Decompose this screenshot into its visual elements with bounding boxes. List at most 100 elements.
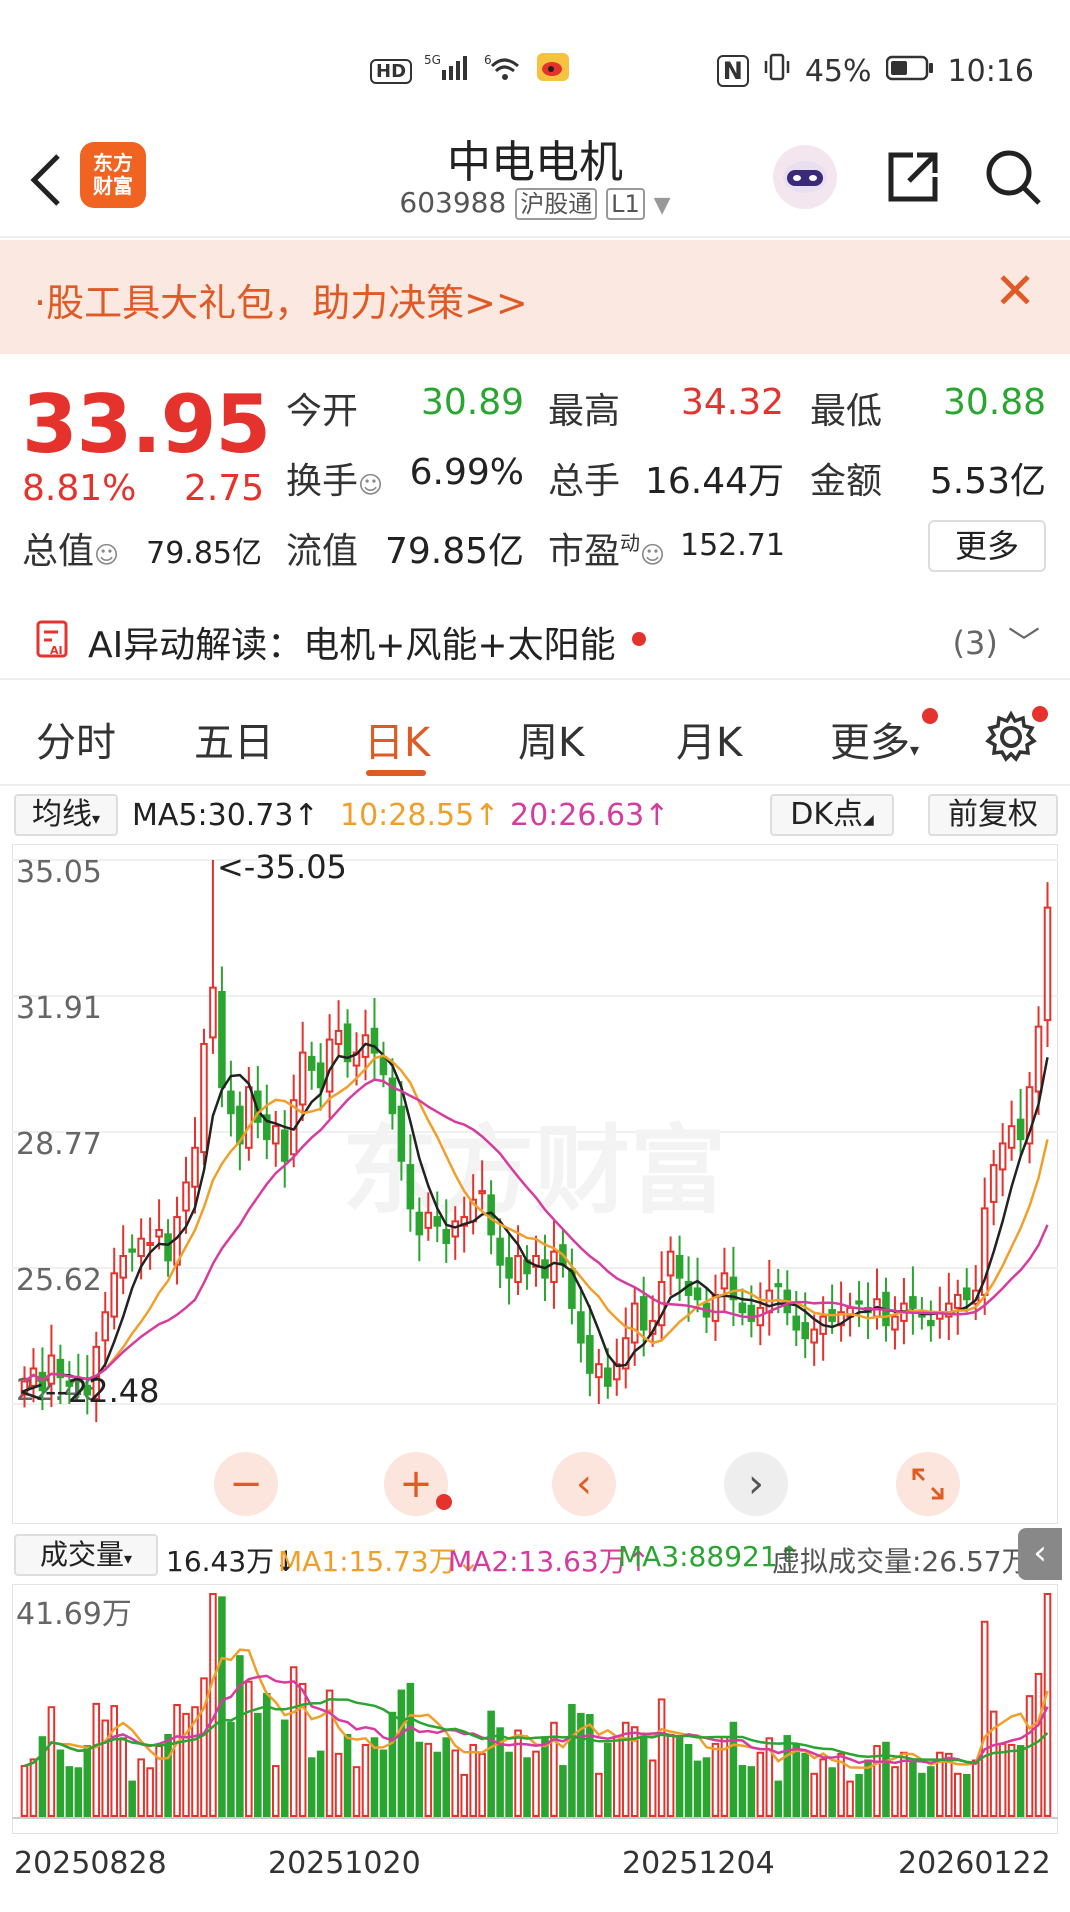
pe-sup: 动 xyxy=(620,531,641,555)
candle-body xyxy=(245,1086,253,1149)
vibrate-icon xyxy=(763,52,791,90)
volume-bar xyxy=(379,1749,388,1817)
y-tick-label: 28.77 xyxy=(16,1127,102,1162)
candle-body xyxy=(801,1322,809,1340)
new-dot xyxy=(632,632,646,646)
info-icon[interactable]: ☺ xyxy=(94,541,119,569)
volume-bar xyxy=(406,1682,415,1817)
scroll-left-button[interactable]: ‹ xyxy=(552,1452,616,1516)
close-icon[interactable]: ✕ xyxy=(994,262,1036,320)
tab-daily-k[interactable]: 日K xyxy=(364,710,430,768)
candle-body xyxy=(953,1293,962,1309)
candle-body xyxy=(182,1181,190,1212)
promo-banner[interactable]: ·股工具大礼包，助力决策>> ✕ xyxy=(0,240,1070,354)
adjust-button[interactable]: 前复权 xyxy=(928,794,1058,836)
cap-label-text: 总值 xyxy=(22,531,95,572)
volume-bar xyxy=(146,1767,154,1818)
pe-value: 152.71 xyxy=(680,528,785,563)
volume-bar xyxy=(846,1780,854,1817)
candle-body xyxy=(271,1125,280,1145)
collapse-panel-button[interactable]: ‹ xyxy=(1018,1528,1062,1580)
float-label: 流值 xyxy=(286,531,359,572)
candle-body xyxy=(792,1315,801,1331)
candle-body xyxy=(639,1296,648,1331)
connect-tag: 沪股通 xyxy=(515,188,598,220)
robot-assistant-icon[interactable] xyxy=(772,144,838,210)
candlestick-chart[interactable]: 35.0531.9128.7725.6222.48东方财富<-35.05<--2… xyxy=(12,844,1058,1524)
open-label: 今开 xyxy=(286,391,359,432)
last-price: 33.95 xyxy=(22,378,271,471)
y-tick-label: 31.91 xyxy=(16,991,102,1026)
volume-bar xyxy=(953,1772,962,1818)
candle-body xyxy=(810,1328,818,1344)
open-value: 30.89 xyxy=(420,382,524,423)
volume-bar xyxy=(918,1772,926,1818)
volume-bar xyxy=(568,1704,576,1817)
candle-body xyxy=(927,1319,935,1327)
volume-bar xyxy=(756,1751,765,1817)
tab-more[interactable]: 更多▾ xyxy=(830,710,919,768)
caret-down-icon: ▾ xyxy=(123,1549,133,1568)
candle-body xyxy=(855,1300,863,1305)
info-icon[interactable]: ☺ xyxy=(358,471,383,499)
candle-body xyxy=(496,1237,504,1266)
ai-insight-text[interactable]: AI异动解读：电机+风能+太阳能 xyxy=(88,616,616,668)
volume-bar xyxy=(245,1680,253,1817)
dk-point-button[interactable]: DK点◢ xyxy=(770,794,894,836)
pe-label-text: 市盈 xyxy=(548,531,621,572)
tab-monthly-k[interactable]: 月K xyxy=(676,710,742,768)
more-button[interactable]: 更多 xyxy=(928,520,1046,572)
tab-five-day[interactable]: 五日 xyxy=(194,710,274,768)
volume-bar xyxy=(604,1742,612,1818)
scroll-right-button[interactable]: › xyxy=(724,1452,788,1516)
ai-insight-row[interactable]: AI AI异动解读：电机+风能+太阳能 (3) ﹀ xyxy=(0,600,1070,680)
y-tick-label: 25.62 xyxy=(16,1263,102,1298)
volume-bar xyxy=(20,1765,29,1818)
volume-bar xyxy=(980,1620,989,1817)
ma-select[interactable]: 均线▾ xyxy=(14,794,118,836)
candle-body xyxy=(164,1233,172,1262)
volume-bar xyxy=(891,1766,899,1818)
volume-bar xyxy=(433,1751,442,1817)
y-tick-label: 35.05 xyxy=(16,855,102,890)
candle-body xyxy=(514,1254,522,1283)
signal-icon: 5G xyxy=(424,52,472,90)
tab-intraday[interactable]: 分时 xyxy=(36,710,116,768)
volume-bar xyxy=(505,1751,513,1817)
chart-tabs: 分时 五日 日K 周K 月K 更多▾ xyxy=(0,690,1070,786)
volume-bar xyxy=(65,1766,74,1818)
stock-code: 603988 xyxy=(399,186,507,219)
share-icon[interactable] xyxy=(880,144,946,210)
volume-bar xyxy=(29,1758,38,1817)
candle-body xyxy=(280,1129,289,1162)
candle-body xyxy=(433,1216,442,1227)
ma5-value: MA5:30.73↑ xyxy=(132,798,319,833)
search-icon[interactable] xyxy=(980,144,1046,210)
candle-body xyxy=(451,1220,460,1238)
volume-select[interactable]: 成交量▾ xyxy=(14,1534,158,1576)
level-tag: L1 xyxy=(606,188,645,220)
banner-text[interactable]: ·股工具大礼包，助力决策>> xyxy=(34,272,528,327)
volume-bar xyxy=(541,1736,549,1817)
tab-weekly-k[interactable]: 周K xyxy=(518,710,584,768)
settings-gear-icon[interactable] xyxy=(984,710,1038,768)
volume-bar xyxy=(415,1741,424,1818)
ai-insight-count[interactable]: (3) ﹀ xyxy=(952,618,1040,664)
fullscreen-icon[interactable] xyxy=(896,1452,960,1516)
volume-max-label: 41.69万 xyxy=(16,1597,132,1632)
candle-body xyxy=(334,1029,343,1045)
volume-bar xyxy=(819,1758,827,1817)
pe-label: 市盈动☺ xyxy=(548,522,665,574)
info-icon[interactable]: ☺ xyxy=(640,541,665,569)
volume-bar xyxy=(289,1666,298,1818)
change-amount: 2.75 xyxy=(184,468,265,509)
caret-down-icon: ▾ xyxy=(910,740,920,761)
candle-body xyxy=(424,1211,433,1229)
volume-chart[interactable]: 41.69万 xyxy=(12,1584,1058,1834)
volume-value: 16.44万 xyxy=(644,461,784,502)
candle-body xyxy=(604,1367,612,1387)
volume-bar xyxy=(927,1766,935,1818)
wifi-icon: 6 xyxy=(484,52,524,90)
volume-bar xyxy=(702,1757,711,1817)
zoom-out-button[interactable]: − xyxy=(214,1452,278,1516)
